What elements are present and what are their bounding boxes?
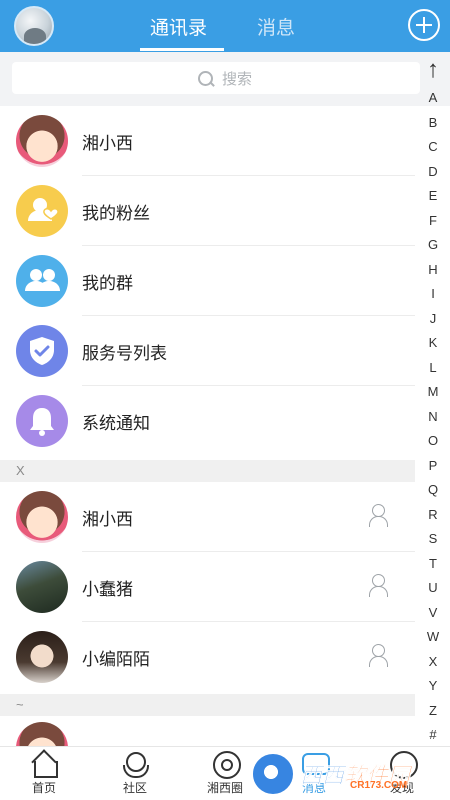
watermark-logo: 西西软件园 CR173.COM (250, 748, 450, 800)
add-button[interactable] (408, 9, 440, 41)
list-item-label: 系统通知 (82, 414, 150, 433)
index-letter[interactable]: Y (418, 674, 448, 699)
index-letter[interactable]: D (418, 160, 448, 185)
index-letter[interactable]: W (418, 625, 448, 650)
list-item-system-notice[interactable]: 系统通知 (0, 386, 415, 456)
search-input[interactable]: 搜索 (12, 62, 420, 94)
index-letter[interactable]: V (418, 601, 448, 626)
index-letter[interactable]: N (418, 405, 448, 430)
list-item-service-accounts[interactable]: 服务号列表 (0, 316, 415, 386)
friend-icon[interactable] (369, 644, 391, 668)
shield-check-icon (16, 325, 68, 377)
list-item-label: 服务号列表 (82, 344, 167, 363)
index-letter[interactable]: I (418, 282, 448, 307)
street-photo-avatar (16, 561, 68, 613)
index-letter[interactable]: T (418, 552, 448, 577)
search-placeholder: 搜索 (222, 71, 253, 88)
tab-contacts[interactable]: 通讯录 (150, 13, 207, 40)
index-letter[interactable]: O (418, 429, 448, 454)
list-item-label: 我的群 (82, 274, 133, 293)
nav-label: 首页 (31, 781, 56, 795)
index-letter[interactable]: J (418, 307, 448, 332)
index-letter[interactable]: P (418, 454, 448, 479)
scroll-top-arrow-icon[interactable]: ↑ (418, 56, 448, 86)
index-letter[interactable]: A (418, 86, 448, 111)
cartoon-avatar (16, 722, 68, 746)
tab-messages[interactable]: 消息 (257, 13, 295, 40)
index-letter[interactable]: U (418, 576, 448, 601)
list-item-label: 我的粉丝 (82, 204, 150, 223)
list-item-groups[interactable]: 我的群 (0, 246, 415, 316)
section-header-x: X (0, 460, 415, 482)
index-letter[interactable]: # (418, 723, 448, 748)
index-letter[interactable]: Z (418, 699, 448, 724)
search-icon (198, 70, 214, 87)
alphabet-index-bar[interactable]: ↑ A B C D E F G H I J K L M N O P Q R S T U V W X Y Z # (418, 56, 448, 748)
friend-icon[interactable] (369, 574, 391, 598)
cartoon-avatar (16, 115, 68, 167)
circle-icon (211, 751, 241, 779)
index-letter[interactable]: H (418, 258, 448, 283)
nav-community[interactable]: 社区 (105, 751, 165, 796)
index-letter[interactable]: R (418, 503, 448, 528)
nav-home[interactable]: 首页 (14, 751, 74, 796)
community-icon (121, 751, 149, 778)
search-bar: 搜索 (0, 52, 450, 106)
person-photo-avatar (16, 631, 68, 683)
list-item-label: 湘小西 (82, 134, 133, 153)
watermark-site: CR173.COM (350, 780, 408, 791)
contact-row[interactable]: 小蠢猪 (0, 552, 415, 622)
list-item-xiangxiaoxi-top[interactable]: 湘小西 (0, 106, 415, 176)
nav-xiangxi-circle[interactable]: 湘西圈 (195, 751, 255, 796)
bell-icon (16, 395, 68, 447)
cartoon-avatar (16, 491, 68, 543)
index-letter[interactable]: Q (418, 478, 448, 503)
index-letter[interactable]: E (418, 184, 448, 209)
nav-label: 社区 (122, 781, 147, 795)
index-letter[interactable]: B (418, 111, 448, 136)
index-letter[interactable]: L (418, 356, 448, 381)
index-letter[interactable]: K (418, 331, 448, 356)
index-letter[interactable]: G (418, 233, 448, 258)
list-item-fans[interactable]: 我的粉丝 (0, 176, 415, 246)
index-letter[interactable]: S (418, 527, 448, 552)
group-icon (16, 255, 68, 307)
contact-name: 湘小西 (82, 510, 133, 529)
active-tab-indicator (140, 48, 224, 51)
contact-name: 小蠢猪 (82, 580, 133, 599)
section-header-tilde: ~ (0, 694, 415, 716)
fans-icon (16, 185, 68, 237)
user-avatar[interactable] (14, 6, 54, 46)
contact-row[interactable] (0, 716, 415, 746)
top-header: 通讯录 消息 (0, 0, 450, 52)
index-letter[interactable]: M (418, 380, 448, 405)
index-letter[interactable]: F (418, 209, 448, 234)
home-icon (30, 751, 58, 778)
contact-row[interactable]: 湘小西 (0, 482, 415, 552)
nav-label: 湘西圈 (206, 781, 243, 795)
index-letter[interactable]: C (418, 135, 448, 160)
friend-icon[interactable] (369, 504, 391, 528)
contact-name: 小编陌陌 (82, 650, 150, 669)
watermark-logo-icon (250, 751, 296, 797)
index-letter[interactable]: X (418, 650, 448, 675)
contact-row[interactable]: 小编陌陌 (0, 622, 415, 692)
